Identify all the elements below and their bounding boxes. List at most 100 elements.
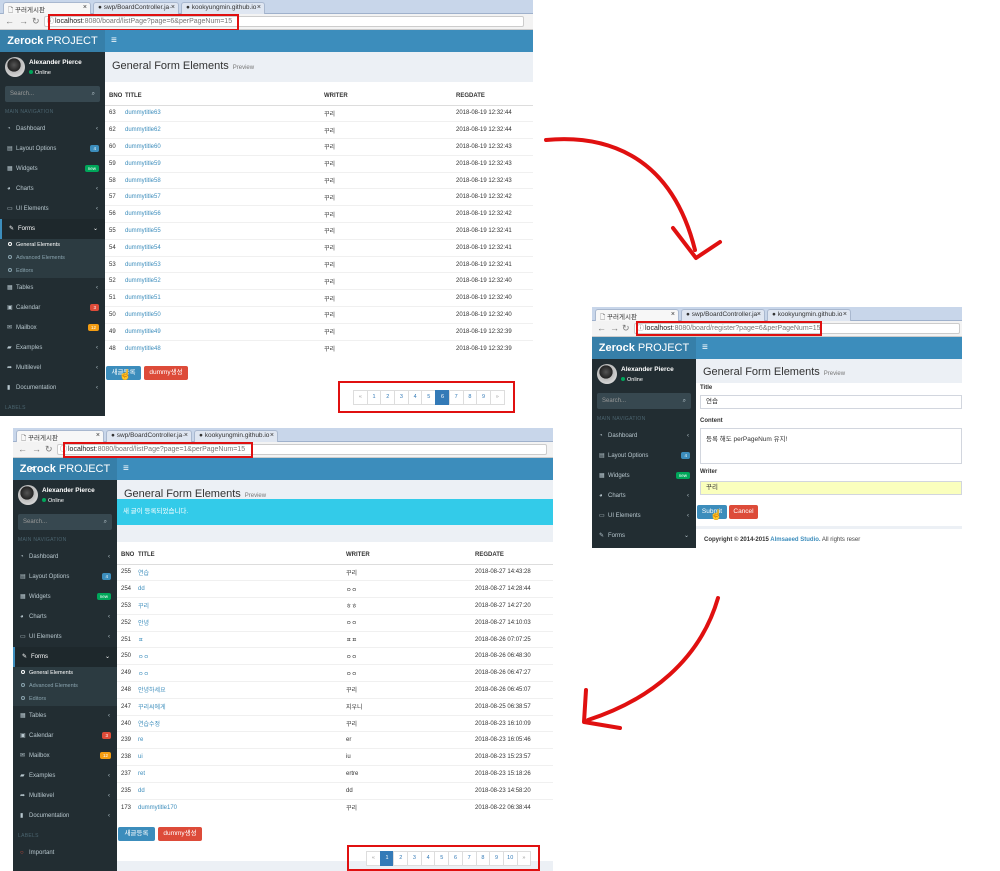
back-icon[interactable]: ← (5, 16, 14, 26)
post-title-link[interactable]: 안녕 (138, 621, 149, 627)
submenu-item[interactable]: General Elements (0, 239, 105, 252)
post-title-link[interactable]: dummytitle59 (125, 161, 161, 167)
sidebar-item-forms[interactable]: ✎ Forms ⌄ (0, 219, 105, 239)
menu-toggle-icon[interactable]: ≡ (123, 463, 129, 474)
sidebar-item-ui-elements[interactable]: ▭ UI Elements ‹ (0, 199, 105, 219)
post-title-link[interactable]: dummytitle63 (125, 110, 161, 116)
title-input[interactable]: 연습 (700, 395, 962, 409)
post-title-link[interactable]: dummytitle52 (125, 278, 161, 284)
forward-icon[interactable]: → (32, 444, 41, 454)
content-textarea[interactable]: 등록 해도 perPageNum 유지! (700, 428, 962, 464)
post-title-link[interactable]: dd (138, 788, 145, 794)
brand-logo[interactable]: Zerock PROJECT (592, 337, 696, 359)
sidebar-item-layout-options[interactable]: ▤ Layout Options 4 (592, 446, 696, 466)
submenu-item[interactable]: General Elements (13, 667, 117, 680)
post-title-link[interactable]: dummytitle53 (125, 262, 161, 268)
post-title-link[interactable]: dummytitle62 (125, 127, 161, 133)
brand-logo[interactable]: Zerock PROJECT (0, 30, 105, 52)
sidebar-item-dashboard[interactable]: ◔ Dashboard ‹ (13, 547, 117, 567)
post-title-link[interactable]: ㅇㅇ (138, 672, 149, 678)
post-title-link[interactable]: re (138, 737, 143, 743)
post-title-link[interactable]: dummytitle58 (125, 178, 161, 184)
sidebar-item-widgets[interactable]: ▦ Widgets new (592, 466, 696, 486)
post-title-link[interactable]: dd (138, 586, 145, 592)
new-post-button[interactable]: 새글등록 (118, 827, 155, 841)
sidebar-item-charts[interactable]: ◕ Charts ‹ (592, 486, 696, 506)
sidebar-item-multilevel[interactable]: ➦ Multilevel ‹ (0, 358, 105, 378)
back-icon[interactable]: ← (597, 323, 606, 333)
post-title-link[interactable]: dummytitle55 (125, 228, 161, 234)
post-title-link[interactable]: dummytitle56 (125, 211, 161, 217)
sidebar-item-ui-elements[interactable]: ▭ UI Elements ‹ (592, 506, 696, 526)
sidebar-item-ui-elements[interactable]: ▭ UI Elements ‹ (13, 627, 117, 647)
sidebar-item-forms[interactable]: ✎ Forms ⌄ (13, 647, 117, 667)
sidebar-item-charts[interactable]: ◕ Charts ‹ (13, 607, 117, 627)
post-title-link[interactable]: 연습 (138, 571, 149, 577)
sidebar-item-examples[interactable]: ▰ Examples ‹ (13, 766, 117, 786)
post-title-link[interactable]: dummytitle60 (125, 144, 161, 150)
post-title-link[interactable]: ㅇㅇ (138, 655, 149, 661)
sidebar-item-calendar[interactable]: ▣ Calendar 3 (0, 298, 105, 318)
close-icon[interactable]: × (184, 432, 188, 439)
submenu-item[interactable]: Editors (0, 265, 105, 278)
browser-tab[interactable]: ● kookyungmin.github.io × (767, 309, 851, 321)
sidebar-search-input[interactable]: Search... ⌕ (5, 86, 100, 102)
column-header[interactable]: REGDATE (456, 88, 533, 106)
sidebar-item-layout-options[interactable]: ▤ Layout Options 4 (0, 139, 105, 159)
sidebar-item-mailbox[interactable]: ✉ Mailbox 12 (0, 318, 105, 338)
close-icon[interactable]: × (270, 432, 274, 439)
sidebar-item-dashboard[interactable]: ◔ Dashboard ‹ (592, 426, 696, 446)
close-icon[interactable]: × (83, 4, 87, 11)
back-icon[interactable]: ← (18, 444, 27, 454)
dummy-create-button[interactable]: dummy생성 (158, 827, 202, 841)
dummy-create-button[interactable]: dummy생성 (144, 366, 188, 380)
column-header[interactable]: TITLE (125, 88, 324, 106)
forward-icon[interactable]: → (19, 16, 28, 26)
close-icon[interactable]: × (843, 311, 847, 318)
post-title-link[interactable]: dummytitle170 (138, 805, 177, 811)
submenu-item[interactable]: Editors (13, 693, 117, 706)
post-title-link[interactable]: 연습수정 (138, 722, 160, 728)
sidebar-item-tables[interactable]: ▦ Tables ‹ (13, 706, 117, 726)
sidebar-item-tables[interactable]: ▦ Tables ‹ (0, 278, 105, 298)
post-title-link[interactable]: dummytitle54 (125, 245, 161, 251)
browser-tab[interactable]: ● kookyungmin.github.io × (194, 430, 278, 442)
browser-tab[interactable]: 🗋 꾸러게시판 × (16, 430, 104, 442)
close-icon[interactable]: × (96, 432, 100, 439)
close-icon[interactable]: × (671, 311, 675, 318)
browser-tab[interactable]: ● swp/BoardController.ja· × (106, 430, 192, 442)
label-item-important[interactable]: ○ Important (13, 843, 117, 863)
sidebar-item-layout-options[interactable]: ▤ Layout Options 4 (13, 567, 117, 587)
column-header[interactable]: TITLE (138, 547, 346, 565)
post-title-link[interactable]: dummytitle51 (125, 295, 161, 301)
post-title-link[interactable]: dummytitle50 (125, 312, 161, 318)
post-title-link[interactable]: dummytitle49 (125, 329, 161, 335)
sidebar-item-calendar[interactable]: ▣ Calendar 3 (13, 726, 117, 746)
search-icon[interactable]: ⌕ (92, 86, 95, 102)
footer-link[interactable]: Almsaeed Studio. (770, 537, 820, 543)
search-icon[interactable]: ⌕ (104, 514, 107, 530)
browser-tab[interactable]: ● kookyungmin.github.io × (181, 2, 265, 14)
forward-icon[interactable]: → (610, 323, 619, 333)
column-header[interactable]: REGDATE (475, 547, 553, 565)
submenu-item[interactable]: Advanced Elements (0, 252, 105, 265)
browser-tab[interactable]: ● swp/BoardController.ja· × (681, 309, 765, 321)
post-title-link[interactable]: ㅍ (138, 638, 144, 644)
post-title-link[interactable]: 꾸리 (138, 604, 149, 610)
menu-toggle-icon[interactable]: ≡ (111, 35, 117, 46)
sidebar-item-widgets[interactable]: ▦ Widgets new (13, 587, 117, 607)
close-icon[interactable]: × (257, 4, 261, 11)
sidebar-item-documentation[interactable]: ▮ Documentation ‹ (13, 806, 117, 826)
browser-tab[interactable]: 🗋 꾸러게시판 × (595, 309, 679, 321)
column-header[interactable]: BNO (105, 88, 125, 106)
post-title-link[interactable]: ui (138, 754, 143, 760)
reload-icon[interactable]: ↻ (45, 444, 53, 455)
close-icon[interactable]: × (171, 4, 175, 11)
submenu-item[interactable]: Advanced Elements (13, 680, 117, 693)
reload-icon[interactable]: ↻ (622, 323, 630, 334)
sidebar-search-input[interactable]: Search... ⌕ (18, 514, 112, 530)
post-title-link[interactable]: ret (138, 771, 145, 777)
close-icon[interactable]: × (757, 311, 761, 318)
sidebar-item-documentation[interactable]: ▮ Documentation ‹ (0, 378, 105, 398)
post-title-link[interactable]: dummytitle57 (125, 194, 161, 200)
